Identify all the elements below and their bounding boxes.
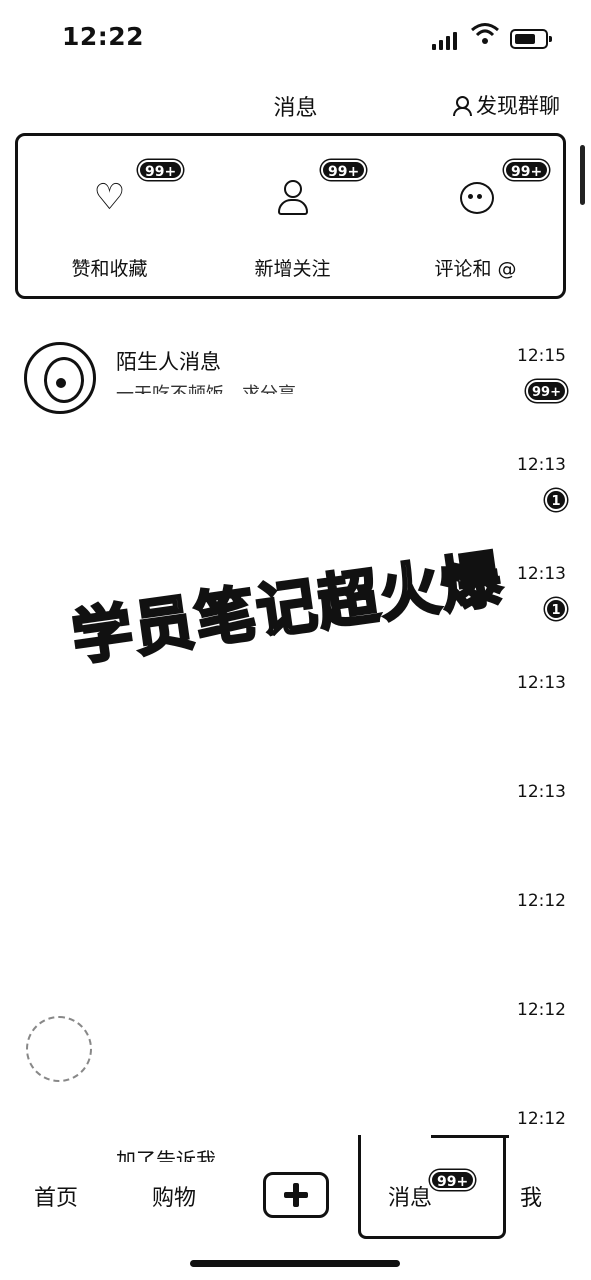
conversation-name: 陌生人消息: [116, 350, 221, 374]
conversation-time: 12:15: [517, 346, 566, 366]
list-item[interactable]: 12:12: [0, 988, 591, 1097]
home-indicator[interactable]: [190, 1260, 400, 1267]
conversation-time: 12:12: [517, 1109, 566, 1129]
unread-badge: 1: [545, 489, 567, 511]
person-icon: [452, 95, 472, 116]
chat-bubble-icon: [456, 178, 496, 218]
conversation-time: 12:13: [517, 455, 566, 475]
list-item[interactable]: 12:13: [0, 661, 591, 770]
comments-and-mentions-button[interactable]: 99+ 评论和 @: [384, 136, 567, 296]
unread-badge: 99+: [526, 380, 567, 402]
comments-label: 评论和 @: [434, 258, 517, 280]
conversation-time: 12:12: [517, 1000, 566, 1020]
nav-shop[interactable]: 购物: [152, 1180, 196, 1212]
create-post-button[interactable]: [263, 1172, 329, 1218]
new-followers-button[interactable]: 99+ 新增关注: [201, 136, 384, 296]
notification-actions-card: ♡ 99+ 赞和收藏 99+ 新增关注 99+ 评论和 @: [15, 133, 566, 299]
list-item[interactable]: 12:13: [0, 770, 591, 879]
list-item[interactable]: 陌生人消息 一天吃不顿饭，求分享 12:15 99+: [0, 334, 591, 443]
heart-icon: ♡: [93, 177, 126, 218]
cellular-signal-icon: [432, 30, 462, 50]
avatar: [24, 342, 96, 414]
comments-badge: 99+: [504, 160, 550, 180]
list-item[interactable]: 12:12: [0, 879, 591, 988]
list-item[interactable]: 12:13 1: [0, 443, 591, 552]
discover-label: 发现群聊: [476, 94, 560, 118]
likes-and-favorites-button[interactable]: ♡ 99+ 赞和收藏: [18, 136, 201, 296]
selection-highlight: [358, 1135, 509, 1239]
nav-me[interactable]: 我: [520, 1180, 542, 1212]
user-icon: [273, 178, 313, 218]
followers-label: 新增关注: [254, 258, 331, 280]
wifi-icon: [470, 22, 500, 50]
conversation-preview: 一天吃不顿饭，求分享: [116, 380, 296, 394]
discover-group-chat-button[interactable]: 发现群聊: [452, 90, 560, 120]
conversation-time: 12:13: [517, 673, 566, 693]
conversation-time: 12:13: [517, 564, 566, 584]
likes-badge: 99+: [138, 160, 184, 180]
avatar: [26, 1016, 92, 1082]
conversation-preview: 加了告诉我: [116, 1148, 216, 1162]
followers-badge: 99+: [321, 160, 367, 180]
battery-icon: [510, 29, 552, 49]
likes-label: 赞和收藏: [71, 258, 148, 280]
conversation-time: 12:12: [517, 891, 566, 911]
scrollbar[interactable]: [580, 145, 585, 205]
unread-badge: 1: [545, 598, 567, 620]
nav-home[interactable]: 首页: [34, 1180, 78, 1212]
status-time: 12:22: [62, 22, 145, 51]
conversation-time: 12:13: [517, 782, 566, 802]
